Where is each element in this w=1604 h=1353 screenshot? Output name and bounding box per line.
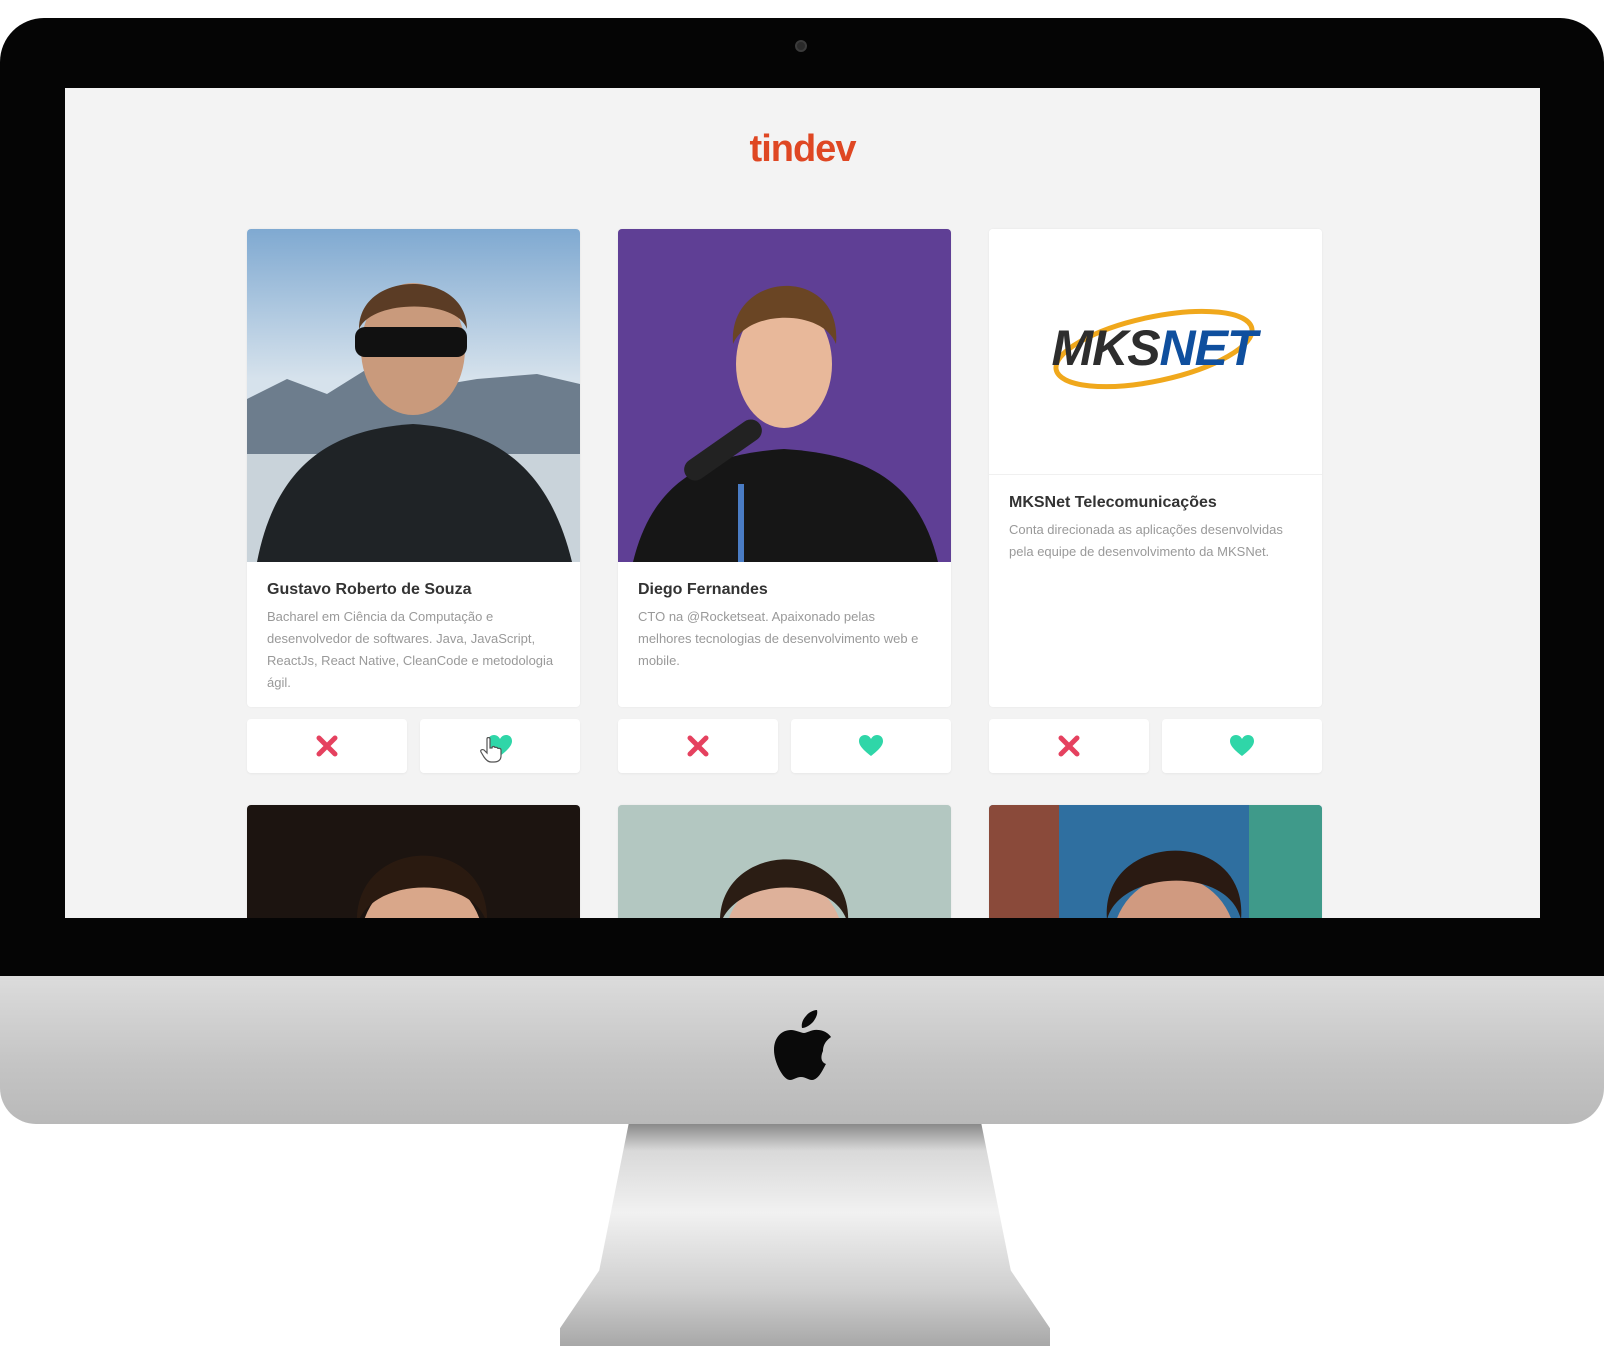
developer-card: Diego Fernandes CTO na @Rocketseat. Apai…	[618, 229, 951, 773]
card-body	[989, 805, 1322, 918]
card-body	[618, 805, 951, 918]
close-x-icon	[687, 735, 709, 757]
developer-avatar	[247, 805, 580, 918]
dislike-button[interactable]	[247, 719, 407, 773]
dislike-button[interactable]	[989, 719, 1149, 773]
card-body: Gustavo Roberto de Souza Bacharel em Ciê…	[247, 229, 580, 707]
developer-grid: Gustavo Roberto de Souza Bacharel em Ciê…	[247, 229, 1322, 918]
developer-card	[618, 805, 951, 918]
developer-bio: Conta direcionada as aplicações desenvol…	[1009, 522, 1283, 559]
developer-card: Gustavo Roberto de Souza Bacharel em Ciê…	[247, 229, 580, 773]
logo-text-net: NET	[1159, 320, 1258, 376]
card-actions	[989, 719, 1322, 773]
developer-card	[989, 805, 1322, 918]
mksnet-logo: MKSNET	[1019, 299, 1289, 399]
apple-logo-icon	[774, 1010, 831, 1080]
close-x-icon	[1058, 735, 1080, 757]
developer-avatar	[247, 229, 580, 562]
card-body: MKSNET MKSNet Telecomunicações Conta dir…	[989, 229, 1322, 707]
heart-icon	[859, 735, 883, 756]
like-button[interactable]	[420, 719, 580, 773]
like-button[interactable]	[1162, 719, 1322, 773]
card-body: Diego Fernandes CTO na @Rocketseat. Apai…	[618, 229, 951, 707]
developer-info: MKSNet Telecomunicações Conta direcionad…	[989, 475, 1322, 581]
dislike-button[interactable]	[618, 719, 778, 773]
developer-bio: Bacharel em Ciência da Computação e dese…	[267, 609, 554, 690]
developer-avatar	[618, 229, 951, 562]
hand-pointer-icon	[480, 737, 502, 763]
developer-bio: CTO na @Rocketseat. Apaixonado pelas mel…	[638, 609, 919, 668]
developer-card: MKSNET MKSNet Telecomunicações Conta dir…	[989, 229, 1322, 773]
company-logo: MKSNET	[989, 229, 1322, 474]
card-body	[247, 805, 580, 918]
heart-icon	[1230, 735, 1254, 756]
camera-icon	[795, 40, 807, 52]
developer-avatar	[989, 805, 1322, 918]
monitor-stand	[560, 1124, 1050, 1346]
tindev-logo: tindev	[749, 128, 857, 170]
card-actions	[247, 719, 580, 773]
developer-avatar	[618, 805, 951, 918]
developer-info: Diego Fernandes CTO na @Rocketseat. Apai…	[618, 562, 951, 690]
card-actions	[618, 719, 951, 773]
logo-text-mks: MKS	[1051, 320, 1160, 376]
developer-card	[247, 805, 580, 918]
developer-info: Gustavo Roberto de Souza Bacharel em Ciê…	[247, 562, 580, 707]
close-x-icon	[316, 735, 338, 757]
app-screen: tindev Gustavo Roberto de Souza Bacharel…	[65, 88, 1540, 918]
developer-name: Diego Fernandes	[638, 581, 768, 598]
like-button[interactable]	[791, 719, 951, 773]
developer-name: MKSNet Telecomunicações	[1009, 494, 1217, 511]
developer-name: Gustavo Roberto de Souza	[267, 581, 472, 598]
